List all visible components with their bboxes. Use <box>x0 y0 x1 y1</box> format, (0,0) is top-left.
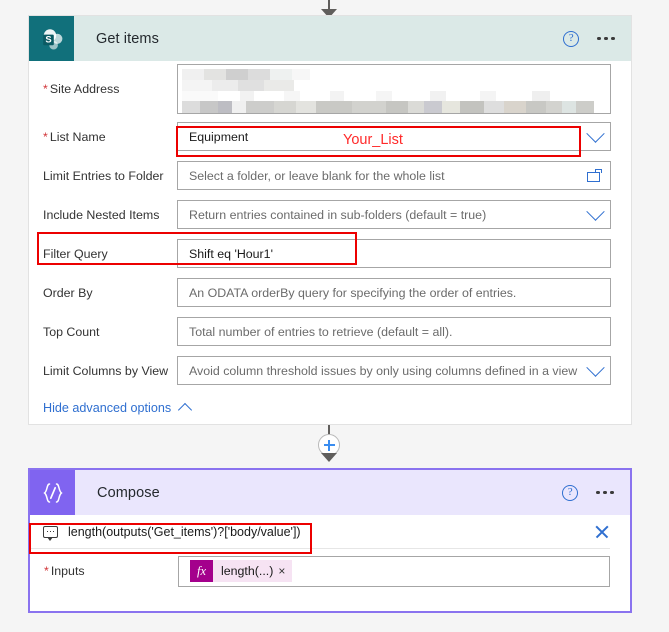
compose-header[interactable]: Compose ? <box>30 470 630 515</box>
sharepoint-icon: S <box>29 16 74 61</box>
filter-query-value: Shift eq 'Hour1' <box>189 246 273 261</box>
fx-icon: fx <box>190 560 213 582</box>
flow-designer-canvas: S Get items ? * Site Address * List Name… <box>0 0 669 632</box>
field-row-list-name: * List Name Equipment <box>29 117 631 156</box>
hide-advanced-options-link[interactable]: Hide advanced options <box>29 390 631 426</box>
get-items-header[interactable]: S Get items ? <box>29 16 631 61</box>
field-label-filter-query: Filter Query <box>43 246 108 261</box>
include-nested-items-select[interactable]: Return entries contained in sub-folders … <box>177 200 611 229</box>
svg-text:S: S <box>45 33 51 44</box>
field-row-top-count: Top Count Total number of entries to ret… <box>29 312 631 351</box>
field-row-inputs: * Inputs fx length(...) × <box>30 549 630 593</box>
field-row-site-address: * Site Address <box>29 61 631 117</box>
get-items-card[interactable]: S Get items ? * Site Address * List Name… <box>28 15 632 425</box>
top-count-input[interactable]: Total number of entries to retrieve (def… <box>177 317 611 346</box>
placeholder-text: Return entries contained in sub-folders … <box>189 207 487 222</box>
field-row-include-nested-items: Include Nested Items Return entries cont… <box>29 195 631 234</box>
field-label-site-address: * Site Address <box>43 82 120 96</box>
order-by-input[interactable]: An ODATA orderBy query for specifying th… <box>177 278 611 307</box>
help-icon[interactable]: ? <box>563 30 580 47</box>
field-label-limit-columns-by-view: Limit Columns by View <box>43 363 169 378</box>
connector-arrow-middle <box>311 425 347 465</box>
list-name-value: Equipment <box>189 129 249 144</box>
field-label-inputs: * Inputs <box>44 564 85 578</box>
site-address-input[interactable] <box>177 64 611 114</box>
field-label-order-by: Order By <box>43 285 93 300</box>
placeholder-text: Select a folder, or leave blank for the … <box>189 168 445 183</box>
compose-header-actions: ? <box>562 484 630 501</box>
placeholder-text: An ODATA orderBy query for specifying th… <box>189 285 517 300</box>
help-icon[interactable]: ? <box>562 484 579 501</box>
field-row-limit-columns-by-view: Limit Columns by View Avoid column thres… <box>29 351 631 390</box>
chevron-down-icon[interactable] <box>586 124 605 143</box>
chevron-down-icon[interactable] <box>586 202 605 221</box>
expression-preview-bar[interactable]: length(outputs('Get_items')?['body/value… <box>30 515 610 549</box>
required-marker: * <box>43 82 48 96</box>
field-label-include-nested-items: Include Nested Items <box>43 207 160 222</box>
folder-picker-icon[interactable] <box>587 169 602 182</box>
field-label-list-name: * List Name <box>43 129 106 144</box>
hide-advanced-options-label: Hide advanced options <box>43 401 172 415</box>
get-items-title: Get items <box>96 30 159 47</box>
chevron-up-icon <box>178 402 193 418</box>
field-label-limit-entries-to-folder: Limit Entries to Folder <box>43 168 164 183</box>
required-marker: * <box>43 129 48 144</box>
close-icon[interactable] <box>594 524 610 540</box>
field-row-limit-entries-to-folder: Limit Entries to Folder Select a folder,… <box>29 156 631 195</box>
get-items-body: * Site Address * List Name Equipment Lim… <box>29 61 631 426</box>
placeholder-text: Total number of entries to retrieve (def… <box>189 324 453 339</box>
filter-query-input[interactable]: Shift eq 'Hour1' <box>177 239 611 268</box>
limit-columns-by-view-select[interactable]: Avoid column threshold issues by only us… <box>177 356 611 385</box>
token-remove-icon[interactable]: × <box>278 564 292 578</box>
expression-token-chip[interactable]: fx length(...) × <box>190 560 293 582</box>
compose-braces-icon <box>30 470 75 515</box>
more-options-icon[interactable] <box>596 490 614 495</box>
placeholder-text: Avoid column threshold issues by only us… <box>189 363 578 378</box>
inputs-field[interactable]: fx length(...) × <box>178 555 610 587</box>
limit-entries-to-folder-input[interactable]: Select a folder, or leave blank for the … <box>177 161 611 190</box>
compose-title: Compose <box>97 484 160 501</box>
field-label-top-count: Top Count <box>43 324 100 339</box>
redacted-content <box>180 67 608 113</box>
field-row-filter-query: Filter Query Shift eq 'Hour1' <box>29 234 631 273</box>
more-options-icon[interactable] <box>597 36 615 41</box>
expression-tooltip-icon <box>43 525 58 541</box>
expression-text: length(outputs('Get_items')?['body/value… <box>68 524 301 539</box>
token-label: length(...) <box>221 564 274 578</box>
chevron-down-icon[interactable] <box>586 358 605 377</box>
annotation-your-list: Your_List <box>343 132 403 148</box>
required-marker: * <box>44 564 49 578</box>
field-row-order-by: Order By An ODATA orderBy query for spec… <box>29 273 631 312</box>
compose-card[interactable]: Compose ? length(outputs('Get_items')?['… <box>28 468 632 613</box>
get-items-header-actions: ? <box>563 30 631 47</box>
